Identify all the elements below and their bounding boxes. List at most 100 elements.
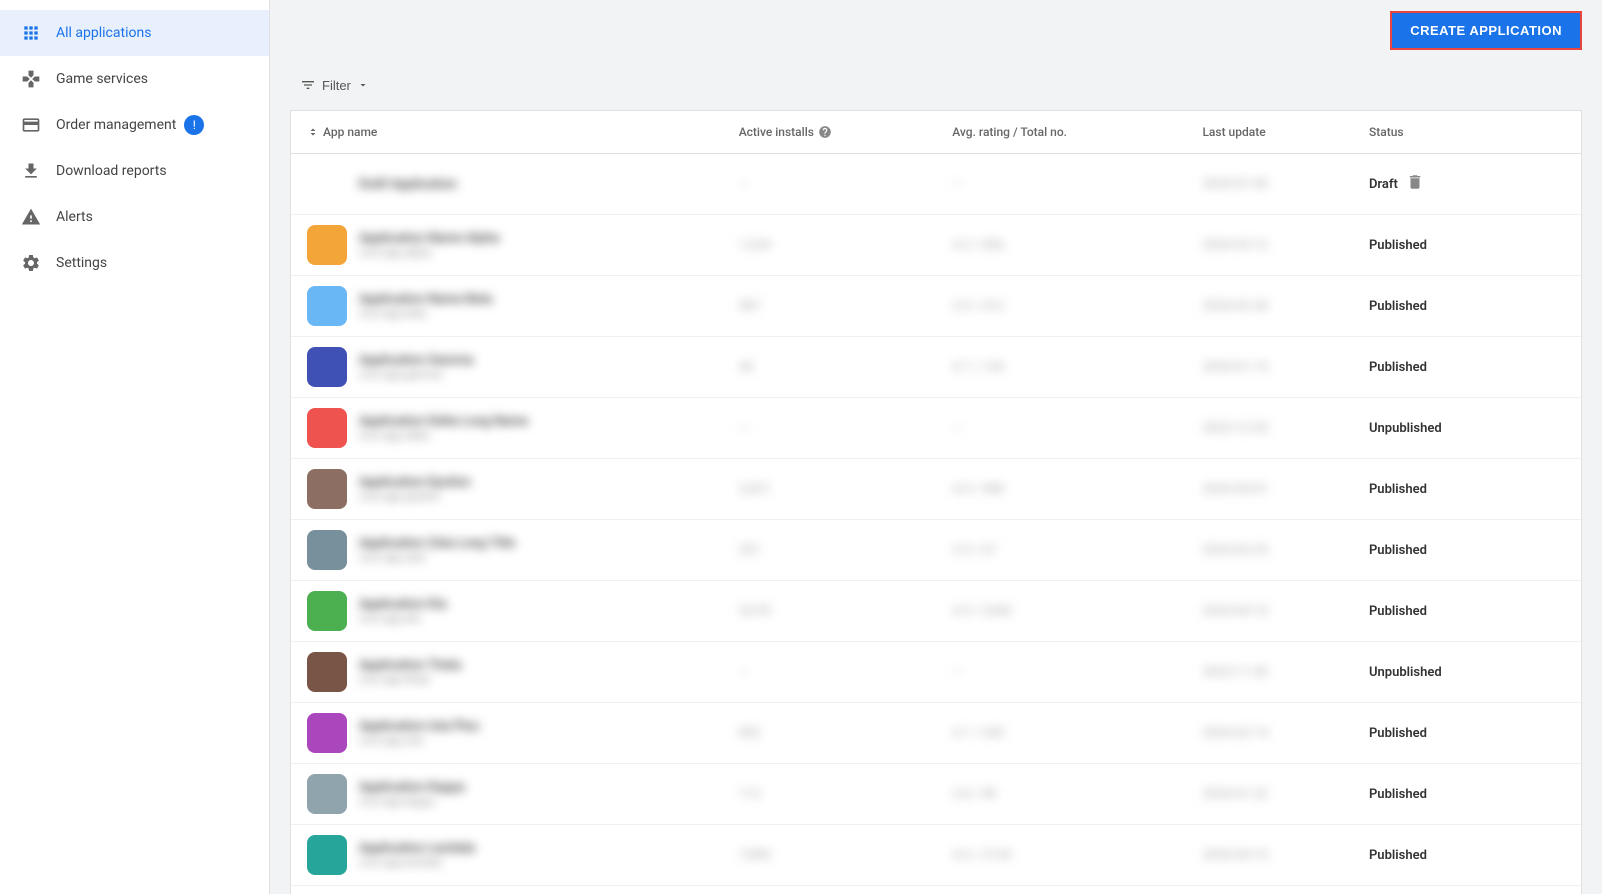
sidebar-item-label: Download reports [56,163,167,179]
col-active-installs: Active installs [723,111,937,154]
sidebar-item-all-applications[interactable]: All applications [0,10,269,56]
rating-cell: 4.6 / 3120 [936,825,1186,886]
sidebar: All applications Game services Order man… [0,0,270,894]
gear-icon [20,252,42,274]
app-name-secondary: com.app.epsilon [359,490,471,503]
status-cell: Published [1353,825,1581,886]
last-update-cell: 2024-03-25 [1186,520,1353,581]
status-cell: Published [1353,215,1581,276]
app-name-secondary: com.app.delta [359,429,528,442]
table-row[interactable]: Draft Application——2024-01-05Draft [291,154,1581,215]
chevron-down-icon [357,79,369,91]
app-icon [307,469,347,509]
table-row[interactable]: Application Delta Long Namecom.app.delta… [291,398,1581,459]
active-installs-cell: 456 [723,886,937,894]
rating-cell: 3.8 / 89 [936,764,1186,825]
table-row[interactable]: Application Lambdacom.app.lambda7,8904.6… [291,825,1581,886]
app-name-primary: Application Theta [359,658,461,673]
status-cell: Published [1353,459,1581,520]
order-management-badge: ! [184,115,204,135]
col-last-update: Last update [1186,111,1353,154]
table-row[interactable]: Application Iota Pluscom.app.iota8924.1 … [291,703,1581,764]
app-icon [307,835,347,875]
download-icon [20,160,42,182]
active-installs-cell: 987 [723,276,937,337]
status-cell: Published [1353,276,1581,337]
status-badge: Published [1369,604,1427,619]
status-cell: Published [1353,581,1581,642]
status-badge: Published [1369,848,1427,863]
app-name-cell-2[interactable]: Application Name Alphacom.app.alpha [291,215,723,276]
table-row[interactable]: Application Etacom.app.eta5,6784.5 / 234… [291,581,1581,642]
table-row[interactable]: Application Epsiloncom.app.epsilon3,4214… [291,459,1581,520]
last-update-cell: 2024-02-14 [1186,703,1353,764]
table-row[interactable]: Application Name Alphacom.app.alpha1,234… [291,215,1581,276]
status-cell: Unpublished [1353,642,1581,703]
app-name-primary: Application Iota Plus [359,719,479,734]
app-name-primary: Application Eta [359,597,447,612]
app-name-cell-10[interactable]: Application Iota Pluscom.app.iota [291,703,723,764]
app-name-cell-3[interactable]: Application Name Betacom.app.beta [291,276,723,337]
table-row[interactable]: Application Name Betacom.app.beta9873.9 … [291,276,1581,337]
active-installs-cell: — [723,398,937,459]
active-installs-cell: — [723,642,937,703]
app-name-cell-11[interactable]: Application Kappacom.app.kappa [291,764,723,825]
status-badge: Unpublished [1369,421,1442,436]
app-name-secondary: com.app.zeta [359,551,515,564]
app-name-cell-1[interactable]: Draft Application [291,154,723,215]
table-row[interactable]: Application Mucom.app.mu4564.3 / 1782024… [291,886,1581,894]
active-installs-cell: 45 [723,337,937,398]
last-update-cell: 2024-04-01 [1186,459,1353,520]
app-name-primary: Application Kappa [359,780,465,795]
delete-icon[interactable] [1406,173,1424,195]
create-application-button[interactable]: CREATE APPLICATION [1390,11,1582,50]
sidebar-item-download-reports[interactable]: Download reports [0,148,269,194]
rating-cell: — [936,642,1186,703]
app-name-primary: Draft Application [359,177,457,192]
filter-label: Filter [322,78,351,93]
active-installs-cell: 112 [723,764,937,825]
app-name-cell-6[interactable]: Application Epsiloncom.app.epsilon [291,459,723,520]
active-installs-cell: 7,890 [723,825,937,886]
status-cell: Published [1353,520,1581,581]
sidebar-item-order-management[interactable]: Order management ! [0,102,269,148]
sidebar-item-alerts[interactable]: Alerts [0,194,269,240]
sidebar-item-label: Game services [56,71,148,87]
last-update-cell: 2023-11-30 [1186,642,1353,703]
table-row[interactable]: Application Thetacom.app.theta——2023-11-… [291,642,1581,703]
app-icon [307,225,347,265]
app-icon [307,774,347,814]
app-name-primary: Application Name Alpha [359,231,499,246]
app-name-cell-8[interactable]: Application Etacom.app.eta [291,581,723,642]
last-update-cell: 2024-03-08 [1186,886,1353,894]
last-update-cell: 2024-03-12 [1186,215,1353,276]
filter-button[interactable]: Filter [290,71,379,99]
app-name-secondary: com.app.gamma [359,368,474,381]
table-row[interactable]: Application Gammacom.app.gamma454.7 / 12… [291,337,1581,398]
sidebar-item-game-services[interactable]: Game services [0,56,269,102]
app-name-cell-9[interactable]: Application Thetacom.app.theta [291,642,723,703]
status-badge: Published [1369,787,1427,802]
active-installs-cell: 892 [723,703,937,764]
table-row[interactable]: Application Zeta Long Titlecom.app.zeta 2… [291,520,1581,581]
active-installs-cell: 3,421 [723,459,937,520]
table-row[interactable]: Application Kappacom.app.kappa1123.8 / 8… [291,764,1581,825]
app-name-cell-12[interactable]: Application Lambdacom.app.lambda [291,825,723,886]
rating-cell: 3.5 / 67 [936,520,1186,581]
app-name-cell-4[interactable]: Application Gammacom.app.gamma [291,337,723,398]
app-name-cell-13[interactable]: Application Mucom.app.mu [291,886,723,894]
app-name-secondary: com.app.lambda [359,856,475,869]
app-name-primary: Application Lambda [359,841,475,856]
sidebar-item-settings[interactable]: Settings [0,240,269,286]
status-badge: Published [1369,543,1427,558]
status-badge: Published [1369,482,1427,497]
status-cell: Published [1353,764,1581,825]
table-container: App name Active installs Avg. rating / T… [270,110,1602,894]
status-cell: Draft [1353,154,1581,215]
sidebar-item-label: Settings [56,255,107,271]
rating-cell: 4.5 / 2340 [936,581,1186,642]
col-app-name[interactable]: App name [291,111,723,154]
status-badge: Published [1369,238,1427,253]
app-name-cell-7[interactable]: Application Zeta Long Titlecom.app.zeta [291,520,723,581]
app-name-cell-5[interactable]: Application Delta Long Namecom.app.delta [291,398,723,459]
